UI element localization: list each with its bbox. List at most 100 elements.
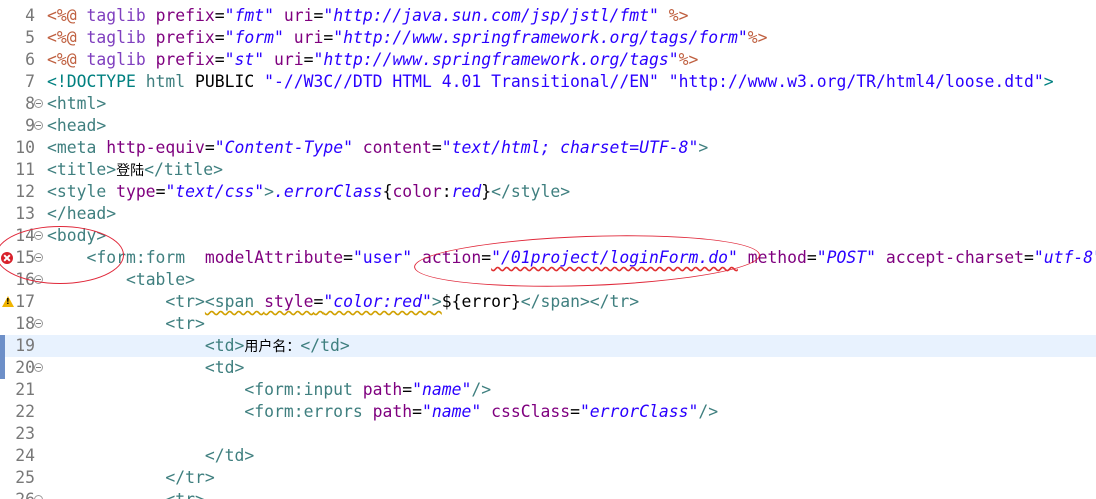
line-code[interactable]: <title>登陆</title>: [47, 159, 223, 182]
code-line[interactable]: 18 <tr>: [0, 313, 1096, 335]
line-gutter[interactable]: 4: [0, 5, 46, 27]
line-code[interactable]: <!DOCTYPE html PUBLIC "-//W3C//DTD HTML …: [47, 71, 1054, 93]
line-gutter[interactable]: 26: [0, 489, 46, 499]
warning-icon[interactable]: [2, 296, 14, 307]
line-code[interactable]: <%@ taglib prefix="form" uri="http://www…: [47, 27, 767, 49]
code-line[interactable]: 9 <head>: [0, 115, 1096, 137]
line-gutter[interactable]: 9: [0, 115, 46, 137]
line-gutter[interactable]: 12: [0, 181, 46, 203]
code-token: <%@: [47, 50, 87, 69]
line-gutter[interactable]: 24: [0, 445, 46, 467]
line-gutter[interactable]: 18: [0, 313, 46, 335]
code-line[interactable]: 5 <%@ taglib prefix="form" uri="http://ww…: [0, 27, 1096, 49]
line-code[interactable]: <meta http-equiv="Content-Type" content=…: [47, 137, 708, 159]
line-code[interactable]: </td>: [47, 445, 254, 467]
line-code[interactable]: <tr>: [47, 313, 204, 335]
fold-toggle-icon[interactable]: [34, 275, 43, 284]
code-token: <td>: [204, 358, 245, 377]
fold-toggle-icon[interactable]: [34, 121, 43, 130]
code-line[interactable]: 19 <td>用户名：</td>: [0, 335, 1096, 357]
code-line[interactable]: 17 <tr><span style="color:red">${error}<…: [0, 291, 1096, 313]
line-gutter[interactable]: 25: [0, 467, 46, 489]
fold-toggle-icon[interactable]: [34, 99, 43, 108]
code-line[interactable]: 24 </td>: [0, 445, 1096, 467]
line-gutter[interactable]: 11: [0, 159, 46, 181]
code-token: =: [155, 182, 166, 201]
line-code[interactable]: <form:input path="name"/>: [47, 379, 491, 401]
fold-toggle-icon[interactable]: [34, 231, 43, 240]
code-line[interactable]: 26 <tr>: [0, 489, 1096, 499]
line-code[interactable]: <%@ taglib prefix="fmt" uri="http://java…: [47, 5, 688, 27]
line-code[interactable]: </head>: [47, 203, 116, 225]
code-line[interactable]: 22 <form:errors path="name" cssClass="er…: [0, 401, 1096, 423]
code-line[interactable]: 21 <form:input path="name"/>: [0, 379, 1096, 401]
code-line[interactable]: 7 <!DOCTYPE html PUBLIC "-//W3C//DTD HTML…: [0, 71, 1096, 93]
code-line[interactable]: 16 <table>: [0, 269, 1096, 291]
code-token: <body>: [47, 226, 107, 245]
code-line[interactable]: 10 <meta http-equiv="Content-Type" conten…: [0, 137, 1096, 159]
code-line[interactable]: 15 <form:form modelAttribute="user" acti…: [0, 247, 1096, 269]
line-code[interactable]: </tr>: [47, 467, 214, 489]
line-gutter[interactable]: 8: [0, 93, 46, 115]
code-token: ${error}: [441, 292, 521, 311]
line-code[interactable]: <table>: [47, 269, 195, 291]
code-token: uri: [274, 6, 314, 25]
code-line[interactable]: 6 <%@ taglib prefix="st" uri="http://www.…: [0, 49, 1096, 71]
line-code[interactable]: <html>: [47, 93, 106, 115]
fold-toggle-icon[interactable]: [34, 495, 43, 499]
code-token: .errorClass: [274, 182, 383, 201]
line-gutter[interactable]: 15: [0, 247, 46, 269]
code-line[interactable]: 13 </head>: [0, 203, 1096, 225]
line-gutter[interactable]: 7: [0, 71, 46, 93]
code-line[interactable]: 8 <html>: [0, 93, 1096, 115]
line-gutter[interactable]: 17: [0, 291, 46, 313]
code-line[interactable]: 14 <body>: [0, 225, 1096, 247]
code-line[interactable]: 11 <title>登陆</title>: [0, 159, 1096, 181]
fold-toggle-icon[interactable]: [34, 253, 43, 262]
line-gutter[interactable]: 23: [0, 423, 46, 445]
line-gutter[interactable]: 16: [0, 269, 46, 291]
line-code[interactable]: <td>: [47, 357, 244, 379]
line-gutter[interactable]: 22: [0, 401, 46, 423]
line-number: 4: [25, 6, 35, 25]
line-code[interactable]: <td>用户名：</td>: [47, 335, 350, 358]
line-gutter[interactable]: 5: [0, 27, 46, 49]
line-gutter[interactable]: 6: [0, 49, 46, 71]
code-token: PUBLIC: [185, 72, 265, 91]
code-line[interactable]: 23: [0, 423, 1096, 445]
fold-toggle-icon[interactable]: [34, 363, 43, 372]
code-token: </title>: [144, 160, 224, 179]
line-code[interactable]: <style type="text/css">.errorClass{color…: [47, 181, 570, 203]
line-gutter[interactable]: 14: [0, 225, 46, 247]
line-code[interactable]: <head>: [47, 115, 106, 137]
line-code[interactable]: <form:errors path="name" cssClass="error…: [47, 401, 718, 423]
fold-toggle-icon[interactable]: [34, 319, 43, 328]
code-token: =: [343, 248, 353, 267]
code-token: method: [747, 248, 807, 267]
line-number: 15: [15, 248, 35, 267]
line-code[interactable]: <body>: [47, 225, 106, 247]
code-token: />: [471, 380, 492, 399]
line-gutter[interactable]: 19: [0, 335, 46, 357]
code-line[interactable]: 12 <style type="text/css">.errorClass{col…: [0, 181, 1096, 203]
line-code[interactable]: <tr><span style="color:red">${error}</sp…: [47, 291, 639, 313]
code-line[interactable]: 4 <%@ taglib prefix="fmt" uri="http://jav…: [0, 5, 1096, 27]
line-gutter[interactable]: 13: [0, 203, 46, 225]
line-gutter[interactable]: 10: [0, 137, 46, 159]
line-number: 26: [15, 489, 35, 499]
error-icon[interactable]: [1, 252, 13, 264]
code-line[interactable]: 20 <td>: [0, 357, 1096, 379]
code-token: <table>: [125, 270, 196, 289]
code-token: "name": [412, 380, 472, 399]
code-editor[interactable]: 4 <%@ taglib prefix="fmt" uri="http://jav…: [0, 0, 1096, 499]
line-code[interactable]: <form:form modelAttribute="user" action=…: [47, 247, 1096, 269]
line-code[interactable]: <%@ taglib prefix="st" uri="http://www.s…: [47, 49, 698, 71]
line-gutter[interactable]: 21: [0, 379, 46, 401]
line-gutter[interactable]: 20: [0, 357, 46, 379]
code-token: <form:errors: [244, 402, 373, 421]
line-code[interactable]: <tr>: [47, 489, 204, 499]
code-line[interactable]: 25 </tr>: [0, 467, 1096, 489]
